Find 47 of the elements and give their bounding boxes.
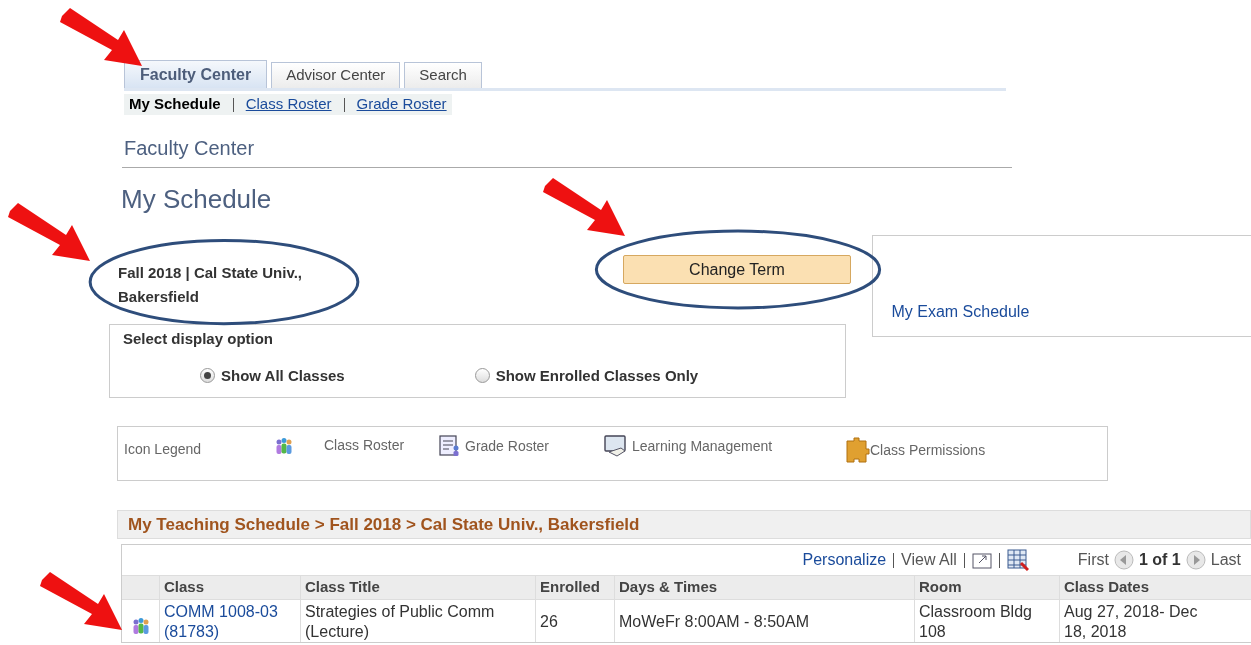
column-header: Days & Times [619, 577, 718, 598]
subnav-link[interactable]: Grade Roster [356, 93, 447, 116]
puzzle-icon [844, 435, 870, 465]
subnav-link[interactable]: Class Roster [245, 93, 332, 116]
page-title: My Schedule [121, 184, 272, 214]
schedule-title: My Teaching Schedule > Fall 2018 > Cal State Univ., Bakersfield [128, 513, 640, 536]
column-header: Class Title [305, 577, 380, 598]
previous-icon[interactable] [1113, 550, 1134, 570]
tab[interactable]: Advisor Center [271, 62, 401, 88]
table-cell-text: Classroom Bldg 108 [919, 602, 1033, 642]
column-header: Enrolled [540, 577, 600, 598]
table-cell-text: Aug 27, 2018- Dec 18, 2018 [1064, 602, 1199, 642]
column-header: Class [164, 577, 205, 598]
first-label: First [1077, 550, 1109, 570]
radio-button[interactable] [474, 368, 490, 384]
view-all-link[interactable]: View All [901, 548, 957, 572]
radio-label: Show Enrolled Classes Only [495, 365, 699, 386]
change-term-button[interactable]: Change Term [623, 255, 851, 284]
next-icon[interactable] [1185, 550, 1206, 570]
radio-button[interactable] [200, 368, 215, 384]
page-count: 1 of 1 [1138, 550, 1181, 570]
tab[interactable]: Faculty Center [124, 60, 268, 88]
legend-label: Class Permissions [870, 440, 986, 460]
spreadsheet-icon[interactable] [1006, 549, 1029, 571]
page-header: Faculty Center [124, 137, 255, 159]
class-link[interactable]: COMM 1008-03 (81783) [164, 602, 296, 642]
column-header: Class Dates [1064, 577, 1150, 598]
column-header: Room [919, 577, 962, 598]
term-label: Fall 2018 | Cal State Univ., Bakersfield [118, 264, 302, 305]
table-cell: MoWeFr 8:00AM - 8:50AM [619, 612, 809, 632]
legend-label: Grade Roster [465, 436, 550, 456]
table-cell: 26 [540, 612, 558, 632]
last-label: Last [1210, 550, 1241, 570]
radio-label: Show All Classes [221, 365, 345, 386]
tab[interactable]: Search [404, 62, 482, 88]
people-icon [274, 435, 294, 456]
legend-title: Icon Legend [124, 440, 203, 459]
panel-title: Select display option [123, 329, 274, 349]
personalize-link[interactable]: Personalize [802, 548, 887, 572]
legend-label: Learning Management [632, 436, 773, 456]
subnav-item[interactable]: My Schedule [129, 93, 221, 116]
exam-schedule-link[interactable]: My Exam Schedule [891, 300, 1030, 324]
monitor-icon [604, 435, 628, 457]
gradebook-icon [439, 435, 461, 457]
table-cell-text: Strategies of Public Comm (Lecture) [305, 602, 496, 642]
legend-label: Class Roster [324, 436, 405, 455]
new-window-icon[interactable] [971, 551, 992, 569]
